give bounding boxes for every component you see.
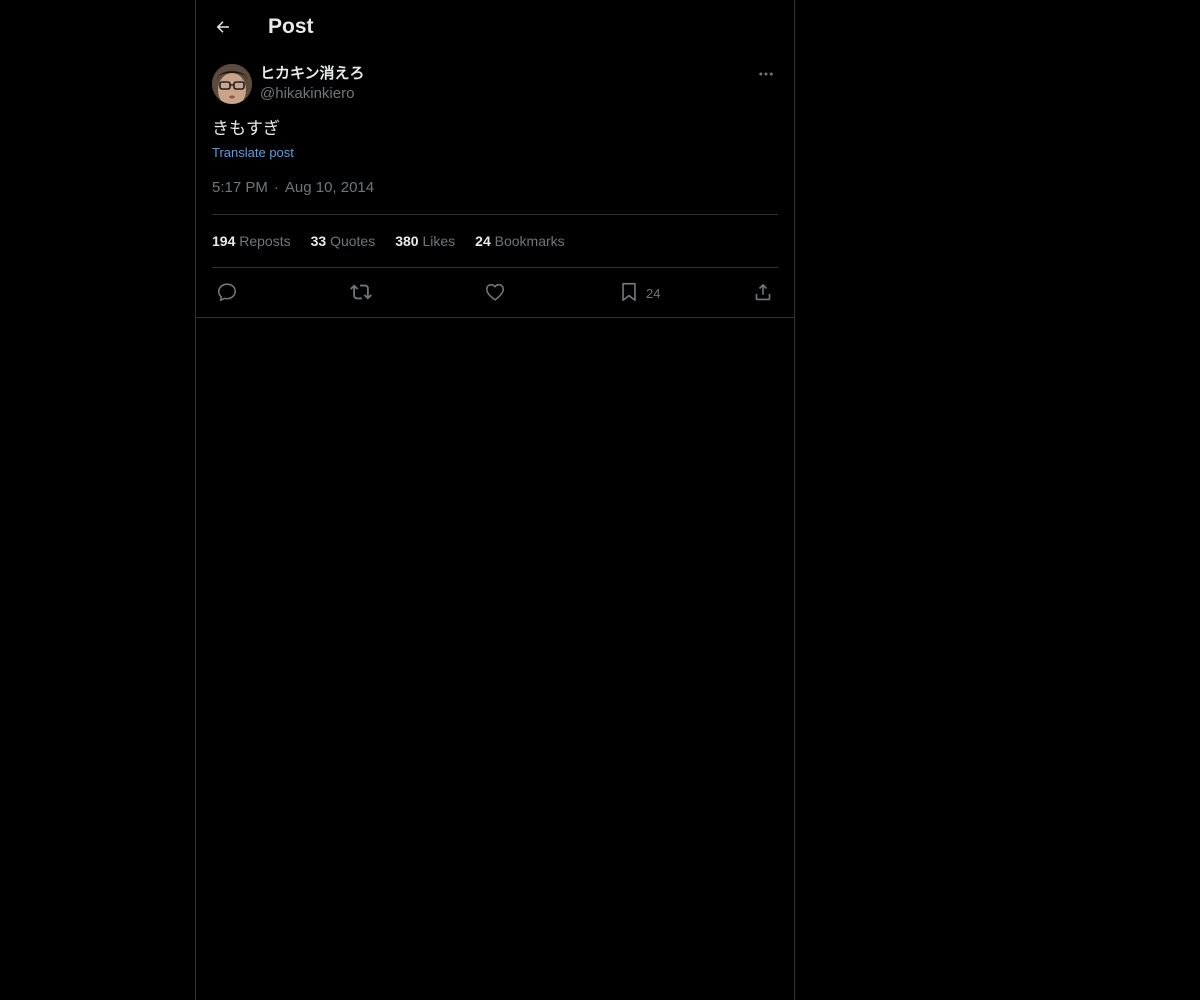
page-title: Post <box>268 15 314 38</box>
post-timestamp: 5:17 PM · Aug 10, 2014 <box>212 178 778 215</box>
engagement-stats: 194 Reposts 33 Quotes 380 Likes 24 Bookm… <box>212 215 778 268</box>
reply-icon <box>217 283 237 302</box>
likes-count: 380 <box>395 233 419 249</box>
bookmark-button[interactable]: 24 <box>618 280 660 304</box>
reply-button[interactable] <box>216 280 238 304</box>
heart-icon <box>485 283 505 301</box>
like-button[interactable] <box>484 280 506 304</box>
bookmarks-label: Bookmarks <box>494 233 565 249</box>
repost-icon <box>350 284 372 300</box>
post-bottom-divider <box>196 317 794 318</box>
reposts-stat[interactable]: 194 Reposts <box>212 233 291 249</box>
post-date[interactable]: Aug 10, 2014 <box>285 179 374 196</box>
bookmark-icon <box>622 282 636 302</box>
author-names: ヒカキン消えろ @hikakinkiero <box>260 64 365 104</box>
main-column: Post ヒカキン消えろ @hikakinkiero きもすぎ Translat… <box>195 0 795 1000</box>
more-button[interactable] <box>754 64 778 84</box>
back-button[interactable] <box>208 12 238 42</box>
author-handle[interactable]: @hikakinkiero <box>260 84 365 104</box>
quotes-stat[interactable]: 33 Quotes <box>311 233 376 249</box>
avatar[interactable] <box>212 64 252 104</box>
quotes-count: 33 <box>310 233 327 249</box>
bookmarks-count: 24 <box>475 233 491 249</box>
post: ヒカキン消えろ @hikakinkiero きもすぎ Translate pos… <box>196 64 794 315</box>
likes-stat[interactable]: 380 Likes <box>395 233 455 249</box>
quotes-label: Quotes <box>330 233 376 249</box>
likes-label: Likes <box>422 233 456 249</box>
post-time[interactable]: 5:17 PM <box>212 179 268 196</box>
share-icon <box>755 283 771 301</box>
arrow-left-icon <box>216 21 229 33</box>
author-display-name[interactable]: ヒカキン消えろ <box>260 64 365 84</box>
translate-post-link[interactable]: Translate post <box>212 144 294 162</box>
user-avatar <box>212 64 252 104</box>
reposts-label: Reposts <box>239 233 291 249</box>
bookmarks-stat[interactable]: 24 Bookmarks <box>475 233 565 249</box>
more-horizontal-icon <box>759 72 773 76</box>
bookmark-count: 24 <box>646 286 661 301</box>
meta-separator: · <box>273 179 279 196</box>
author-row: ヒカキン消えろ @hikakinkiero <box>212 64 778 120</box>
action-bar: 24 <box>212 268 778 315</box>
header: Post <box>196 0 794 54</box>
post-text: きもすぎ <box>212 119 280 138</box>
reposts-count: 194 <box>212 233 236 249</box>
repost-button[interactable] <box>349 280 373 304</box>
share-button[interactable] <box>752 280 774 304</box>
